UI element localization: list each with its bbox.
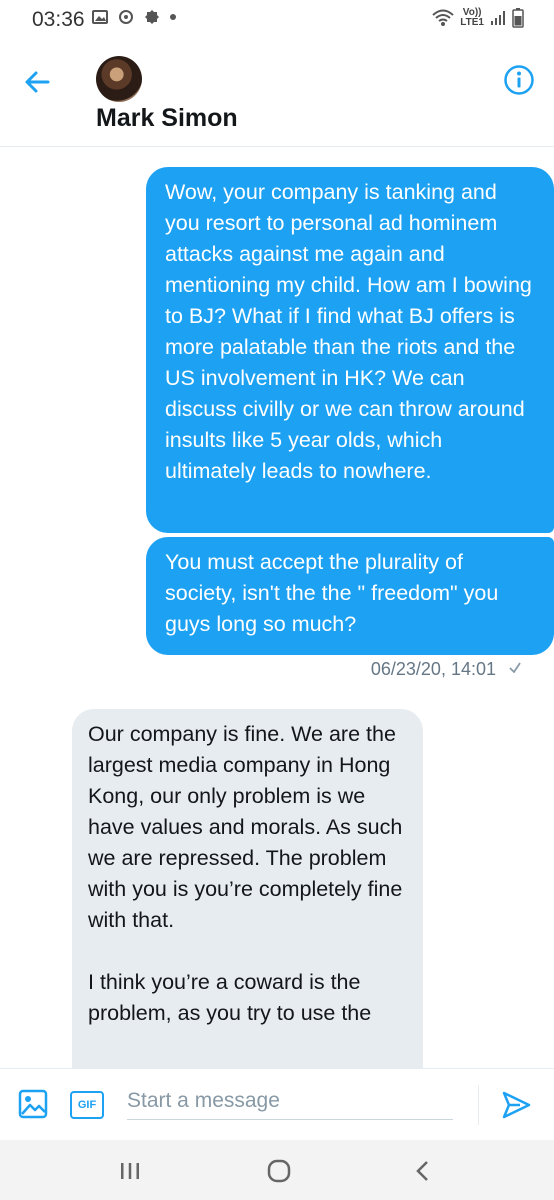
nav-back-button[interactable]: [406, 1154, 440, 1188]
battery-icon: [512, 8, 524, 28]
avatar[interactable]: [96, 56, 142, 102]
lte-label: LTE1: [460, 17, 484, 28]
recent-apps-icon: [121, 1163, 139, 1179]
home-icon: [267, 1159, 291, 1183]
check-icon: [509, 662, 521, 674]
message-timestamp: 06/23/20, 14:01: [370, 659, 496, 679]
recent-apps-button[interactable]: [113, 1154, 147, 1188]
send-icon[interactable]: [500, 1089, 532, 1121]
message-composer: GIF: [0, 1068, 554, 1141]
status-time: 03:36: [32, 8, 85, 31]
info-icon[interactable]: [503, 64, 535, 96]
signal-icon: [491, 11, 505, 25]
sync-notification-icon: [119, 10, 133, 24]
sent-message-bubble[interactable]: You must accept the plurality of society…: [146, 537, 554, 655]
system-status-icons: Vo)) LTE1: [432, 8, 524, 28]
gallery-notification-icon: [92, 10, 108, 24]
network-type-indicator: Vo)) LTE1: [460, 8, 484, 28]
gif-icon[interactable]: GIF: [70, 1091, 104, 1119]
message-input[interactable]: [127, 1083, 453, 1120]
image-icon[interactable]: [17, 1088, 49, 1120]
composer-divider: [478, 1085, 479, 1125]
notification-icons: [92, 9, 176, 25]
conversation-header: Mark Simon: [0, 40, 554, 147]
nav-back-icon: [416, 1161, 428, 1181]
received-message-bubble[interactable]: Our company is fine. We are the largest …: [72, 709, 423, 1101]
back-arrow-icon[interactable]: [20, 65, 54, 99]
status-bar: 03:36 Vo)) LTE1: [0, 0, 554, 40]
more-notifications-dot-icon: [170, 14, 176, 20]
app-notification-icon: [145, 10, 159, 24]
sent-message-bubble[interactable]: Wow, your company is tanking and you res…: [146, 167, 554, 533]
contact-name[interactable]: Mark Simon: [96, 104, 238, 133]
wifi-icon: [432, 9, 454, 26]
system-navigation-bar: [0, 1140, 554, 1200]
home-button[interactable]: [262, 1154, 296, 1188]
